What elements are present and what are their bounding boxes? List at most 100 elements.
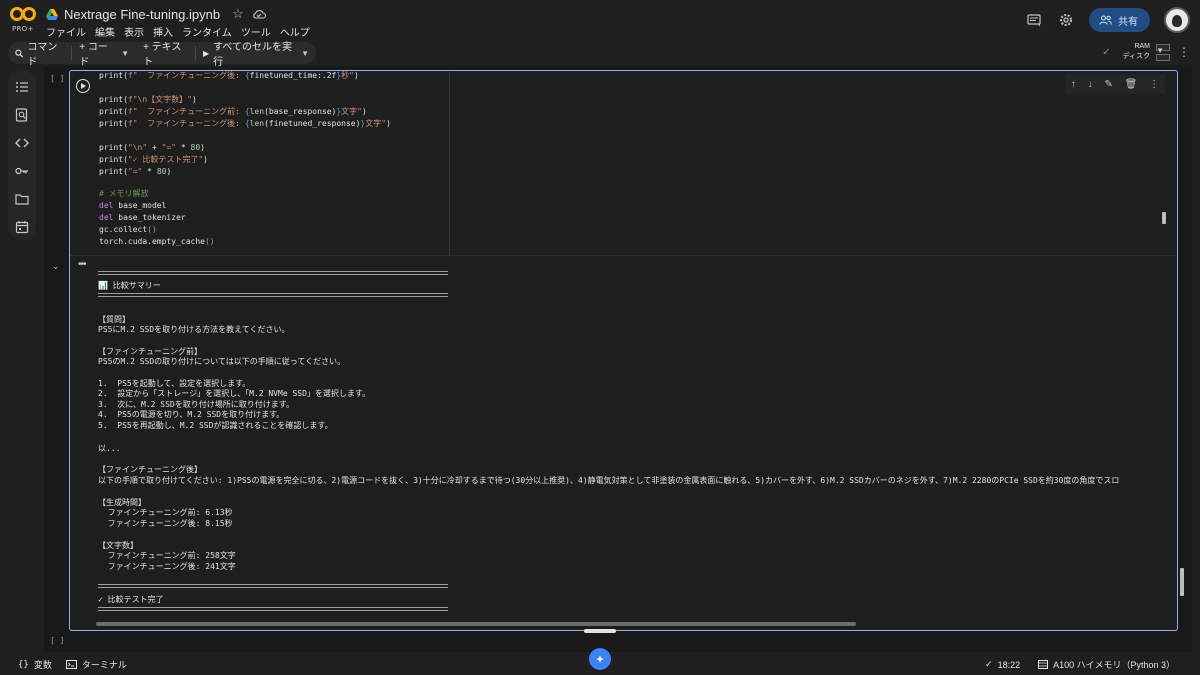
menu-help[interactable]: ヘルプ: [280, 24, 310, 39]
secrets-key-icon[interactable]: [15, 164, 29, 178]
code-line: gc.collect(): [99, 225, 157, 234]
ai-edit-icon[interactable]: ✎: [1104, 79, 1112, 90]
next-cell-bracket: [ ]: [50, 636, 65, 645]
code-line: print(f"\n【文字数】"): [99, 95, 197, 104]
add-text-button[interactable]: + テキスト: [136, 42, 195, 68]
pro-badge: PRO+: [12, 25, 34, 33]
runtime-dropdown-icon[interactable]: ▼: [1156, 46, 1164, 55]
cell-output: 📊 比較サマリー 【質問】 PS5にM.2 SSDを取り付ける方法を教えてくださ…: [98, 268, 1172, 618]
code-line: del base_tokenizer: [99, 213, 186, 222]
code-editor[interactable]: print(f" ファインチューニング後: {finetuned_time:.2…: [93, 71, 449, 255]
menu-edit[interactable]: 編集: [95, 24, 115, 39]
output-line: 【文字数】: [98, 541, 138, 550]
toolbar-actions: コマンド + コード ▼ + テキスト ▶ すべてのセルを実行 ▼: [8, 42, 316, 68]
code-line: print(f" ファインチューニング後: {len(finetuned_res…: [99, 119, 391, 128]
output-line: PS5にM.2 SSDを取り付ける方法を教えてください。: [98, 325, 290, 334]
connected-check-icon: ✓: [1102, 46, 1111, 58]
sparkle-icon: ✦: [595, 653, 605, 666]
move-cell-up-icon[interactable]: ↑: [1071, 79, 1076, 90]
star-icon[interactable]: ☆: [232, 6, 244, 22]
output-line: PS5のM.2 SSDの取り付けについては以下の手順に従ってください。: [98, 357, 346, 366]
output-line: 1. PS5を起動して、設定を選択します。: [98, 379, 251, 388]
run-all-label: すべてのセルを実行: [213, 42, 293, 68]
code-line: print("\n" + "=" * 80): [99, 143, 205, 152]
run-cell-button[interactable]: [76, 79, 90, 93]
editor-scrollbar[interactable]: [1162, 212, 1166, 224]
collapse-output-icon[interactable]: ⌄: [52, 261, 60, 272]
comments-icon[interactable]: [1025, 11, 1043, 29]
add-code-button[interactable]: + コード ▼: [72, 42, 136, 68]
files-folder-icon[interactable]: [15, 192, 29, 206]
code-line: del base_model: [99, 201, 167, 210]
add-code-label: + コード: [79, 42, 108, 68]
top-right-actions: 共有: [1025, 7, 1190, 33]
menu-runtime[interactable]: ランタイム: [182, 24, 232, 39]
output-line: 【質問】: [98, 315, 130, 324]
cloud-saved-icon[interactable]: [252, 9, 266, 19]
left-sidebar: [0, 66, 44, 652]
command-palette-button[interactable]: コマンド: [8, 42, 71, 68]
output-line: 【ファインチューニング後】: [98, 465, 202, 474]
run-all-button[interactable]: ▶ すべてのセルを実行 ▼: [196, 42, 316, 68]
run-all-dropdown-icon[interactable]: ▼: [301, 49, 309, 58]
output-line: ファインチューニング前: 258文字: [98, 551, 236, 560]
variables-button[interactable]: {} 変数: [18, 658, 52, 671]
menu-file[interactable]: ファイル: [46, 24, 86, 39]
calendar-schedule-icon[interactable]: [15, 220, 29, 234]
runtime-label: A100 ハイメモリ（Python 3）: [1053, 660, 1175, 670]
menu-view[interactable]: 表示: [124, 24, 144, 39]
page-scrollbar[interactable]: [1180, 568, 1184, 596]
output-separator: [98, 584, 448, 588]
add-text-label: + テキスト: [143, 42, 182, 68]
title-row: Nextrage Fine-tuning.ipynb ☆: [46, 5, 266, 23]
variables-label: 変数: [33, 660, 52, 670]
command-label: コマンド: [27, 42, 58, 68]
cell-toolbar: ↑ ↓ ✎ 🗑 ⋮: [1065, 74, 1165, 94]
find-replace-icon[interactable]: [15, 108, 29, 122]
code-line: print("✓ 比較テスト完了"): [99, 155, 208, 164]
terminal-button[interactable]: ターミナル: [65, 658, 127, 671]
top-bar: PRO+ Nextrage Fine-tuning.ipynb ☆ ファイル 編…: [0, 0, 1200, 40]
code-line: print(f" ファインチューニング後: {finetuned_time:.2…: [99, 71, 359, 80]
runtime-status[interactable]: A100 ハイメモリ（Python 3）: [1038, 658, 1175, 671]
output-line: 4. PS5の電源を切り、M.2 SSDを取り付けます。: [98, 410, 285, 419]
share-button[interactable]: 共有: [1089, 8, 1150, 32]
output-line: 2. 設定から「ストレージ」を選択し、「M.2 NVMe SSD」を選択します。: [98, 389, 371, 398]
output-actions-icon[interactable]: •••: [78, 259, 86, 270]
code-snippets-icon[interactable]: [15, 136, 29, 150]
table-of-contents-icon[interactable]: [15, 80, 29, 94]
user-avatar[interactable]: [1164, 7, 1190, 33]
colab-logo[interactable]: PRO+: [10, 6, 38, 34]
move-cell-down-icon[interactable]: ↓: [1088, 79, 1093, 90]
notebook-toolbar: コマンド + コード ▼ + テキスト ▶ すべてのセルを実行 ▼ ✓ RAM …: [0, 40, 1200, 68]
people-icon: [1099, 15, 1112, 25]
more-vert-icon[interactable]: ⋮: [1178, 45, 1190, 59]
settings-gear-icon[interactable]: [1057, 11, 1075, 29]
code-comment-line: # メモリ解放: [99, 189, 149, 198]
output-separator: [98, 607, 448, 611]
code-line: print(f" ファインチューニング前: {len(base_response…: [99, 107, 367, 116]
google-drive-icon: [46, 8, 58, 20]
output-line: 📊 比較サマリー: [98, 281, 161, 290]
output-line: 5. PS5を再起動し、M.2 SSDが認識されることを確認します。: [98, 421, 333, 430]
share-label: 共有: [1118, 16, 1138, 28]
delete-cell-icon[interactable]: 🗑: [1125, 79, 1138, 90]
search-icon: [15, 49, 24, 58]
cell-more-icon[interactable]: ⋮: [1149, 79, 1159, 90]
output-line: 【生成時間】: [98, 498, 146, 507]
output-line: 以...: [98, 444, 121, 453]
menu-insert[interactable]: 挿入: [153, 24, 173, 39]
output-horizontal-scrollbar[interactable]: [96, 622, 856, 626]
execution-time: 18:22: [997, 659, 1021, 670]
output-line: ファインチューニング前: 6.13秒: [98, 508, 233, 517]
ram-label: RAM: [1134, 43, 1150, 50]
play-icon: ▶: [202, 48, 210, 58]
add-code-dropdown-icon[interactable]: ▼: [121, 49, 129, 58]
terminal-icon: [65, 660, 77, 669]
resize-handle[interactable]: [584, 629, 616, 633]
notebook-title[interactable]: Nextrage Fine-tuning.ipynb: [64, 7, 220, 22]
execution-status[interactable]: ✓ 18:22: [985, 659, 1020, 670]
menu-tools[interactable]: ツール: [241, 24, 271, 39]
gemini-assistant-button[interactable]: ✦: [589, 648, 611, 670]
output-separator: [98, 271, 448, 275]
